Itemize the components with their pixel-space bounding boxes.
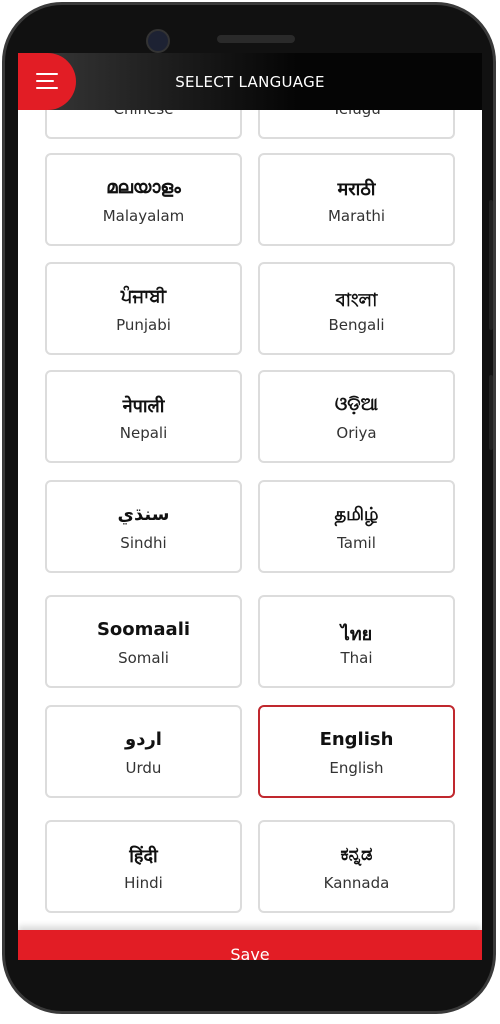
language-card-urdu[interactable]: اردو Urdu [45,705,242,798]
native-name: English [319,729,394,750]
language-card-malayalam[interactable]: മലയാളം Malayalam [45,153,242,246]
camera [146,29,170,53]
native-name: नेपाली [122,396,165,417]
native-name: ଓଡ଼ିଆ [334,394,379,415]
english-name: Sindhi [120,534,167,552]
english-name: Somali [118,649,169,667]
power-button [489,375,493,450]
native-name: മലയാളം [106,177,181,198]
native-name: اردو [125,729,162,750]
language-card-marathi[interactable]: मराठी Marathi [258,153,455,246]
native-name: ไทย [340,624,373,645]
native-name: سنڌي [117,504,170,525]
language-card-tamil[interactable]: தமிழ் Tamil [258,480,455,573]
page-title: SELECT LANGUAGE [175,73,325,91]
native-name: मराठी [337,179,376,200]
speaker [217,35,295,43]
english-name: Kannada [323,874,390,892]
native-name: हिंदी [129,846,158,867]
english-name: Nepali [119,424,168,442]
native-name: ಕನ್ನಡ [340,844,373,865]
app-header: SELECT LANGUAGE [18,53,482,110]
language-card-oriya[interactable]: ଓଡ଼ିଆ Oriya [258,370,455,463]
language-card-english[interactable]: English English [258,705,455,798]
native-name: ਪੰਜਾਬੀ [120,286,167,307]
english-name: Marathi [327,207,386,225]
language-card-bengali[interactable]: বাংলা Bengali [258,262,455,355]
screen: SELECT LANGUAGE 中文ChineseతెలుగుTeluguമലയ… [18,53,482,960]
english-name: English [329,759,384,777]
language-card-sindhi[interactable]: سنڌي Sindhi [45,480,242,573]
native-name: বাংলা [335,290,378,311]
save-button[interactable]: Save [18,930,482,960]
english-name: Malayalam [102,207,185,225]
language-card-somali[interactable]: Soomaali Somali [45,595,242,688]
language-card-nepali[interactable]: नेपाली Nepali [45,370,242,463]
language-card-kannada[interactable]: ಕನ್ನಡ Kannada [258,820,455,913]
english-name: Urdu [125,759,162,777]
language-card-thai[interactable]: ไทย Thai [258,595,455,688]
volume-button [489,200,493,330]
english-name: Punjabi [116,316,171,334]
english-name: Thai [340,649,373,667]
english-name: Oriya [336,424,377,442]
language-card-punjabi[interactable]: ਪੰਜਾਬੀ Punjabi [45,262,242,355]
english-name: Hindi [124,874,163,892]
english-name: Tamil [337,534,376,552]
language-card-hindi[interactable]: हिंदी Hindi [45,820,242,913]
english-name: Bengali [328,316,385,334]
native-name: Soomaali [96,619,191,640]
native-name: தமிழ் [334,504,379,525]
